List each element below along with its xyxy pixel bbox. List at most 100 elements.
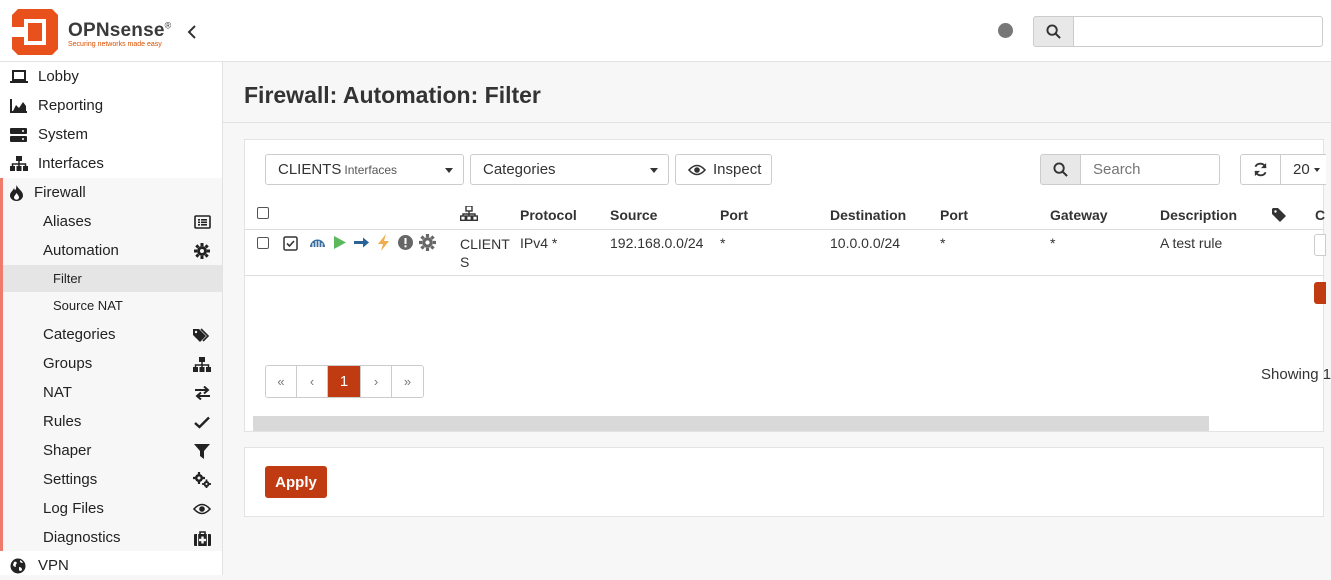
page-title: Firewall: Automation: Filter (244, 82, 541, 108)
network-icon (309, 234, 326, 251)
column-header-source-port[interactable]: Port (720, 207, 748, 223)
sidebar-item-label: System (38, 126, 89, 143)
sidebar-item-automation[interactable]: Automation (3, 236, 222, 265)
cell-source: 192.168.0.0/24 (610, 235, 704, 251)
interface-select[interactable]: CLIENTS Interfaces (265, 154, 464, 185)
divider (223, 122, 1331, 123)
caret-down-icon (650, 168, 658, 173)
rules-grid-panel: CLIENTSInterfaces Categories Inspect 20 … (244, 139, 1331, 432)
gear-icon (192, 242, 212, 260)
cell-destination-port: * (940, 235, 946, 251)
sidebar-item-label: Interfaces (38, 155, 104, 172)
column-header-destination[interactable]: Destination (830, 207, 906, 223)
table-row[interactable]: CLIENTS IPv4 * 192.168.0.0/24 * 10.0.0.0… (245, 230, 1326, 276)
sitemap-icon (10, 156, 30, 172)
horizontal-scrollbar[interactable] (253, 416, 1209, 431)
gear-icon (419, 234, 436, 251)
exclamation-circle-icon (397, 234, 414, 251)
header-search-button[interactable] (1033, 16, 1074, 47)
sidebar-item-settings[interactable]: Settings (3, 465, 222, 494)
tag-icon (1272, 208, 1286, 222)
inspect-button[interactable]: Inspect (675, 154, 772, 185)
list-alt-icon (192, 213, 212, 231)
sidebar-item-lobby[interactable]: Lobby (0, 62, 222, 91)
filter-icon (192, 442, 212, 460)
sidebar-item-rules[interactable]: Rules (3, 407, 222, 436)
sidebar-item-label: Shaper (43, 442, 92, 459)
sidebar-item-aliases[interactable]: Aliases (3, 207, 222, 236)
medkit-icon (192, 529, 212, 547)
firewall-submenu: Aliases Automation Filter Source NAT Cat… (0, 207, 222, 551)
row-edit-button[interactable] (1314, 234, 1326, 256)
header-search-input[interactable] (1073, 16, 1323, 47)
fire-icon (10, 184, 26, 201)
arrow-right-icon (353, 234, 370, 251)
pagination: « ‹ 1 › » (265, 365, 424, 398)
column-header-commands[interactable]: C (1315, 207, 1325, 223)
sidebar-item-interfaces[interactable]: Interfaces (0, 149, 222, 178)
prev-page-button[interactable]: ‹ (297, 366, 328, 397)
sidebar-item-label: Log Files (43, 500, 104, 517)
enabled-checkbox-icon[interactable] (283, 236, 298, 251)
caret-down-icon (445, 168, 453, 173)
apply-button[interactable]: Apply (265, 466, 327, 498)
sidebar-item-label: Reporting (38, 97, 104, 114)
refresh-icon (1253, 162, 1268, 177)
column-header-destination-port[interactable]: Port (940, 207, 968, 223)
grid-search-button[interactable] (1040, 154, 1081, 185)
sidebar-item-system[interactable]: System (0, 120, 222, 149)
next-page-button[interactable]: › (361, 366, 392, 397)
showing-info: Showing 1 (1261, 366, 1331, 383)
opnsense-logo-icon[interactable] (10, 7, 60, 57)
cell-destination: 10.0.0.0/24 (830, 235, 901, 251)
collapse-sidebar-icon[interactable] (184, 24, 200, 40)
laptop-icon (10, 69, 30, 85)
cell-gateway: * (1050, 235, 1056, 251)
sidebar: Lobby Reporting System Interfaces Firewa… (0, 62, 223, 575)
sidebar-item-label: NAT (43, 384, 72, 401)
sidebar-item-categories[interactable]: Categories (3, 320, 222, 349)
row-select-checkbox[interactable] (257, 237, 269, 249)
exchange-icon (192, 384, 212, 402)
sidebar-item-label: Automation (43, 242, 119, 259)
interface-column-icon (460, 206, 478, 221)
rows-per-page-select[interactable]: 20 (1280, 154, 1326, 185)
sidebar-item-log-files[interactable]: Log Files (3, 494, 222, 523)
sidebar-item-label: Groups (43, 355, 93, 372)
sidebar-item-nat[interactable]: NAT (3, 378, 222, 407)
column-header-description[interactable]: Description (1160, 207, 1237, 223)
grid-search-input[interactable] (1080, 154, 1220, 185)
sidebar-item-groups[interactable]: Groups (3, 349, 222, 378)
play-icon (331, 234, 348, 251)
column-header-protocol[interactable]: Protocol (520, 207, 577, 223)
column-header-source[interactable]: Source (610, 207, 657, 223)
sidebar-item-label: Diagnostics (43, 529, 121, 546)
categories-select-value: Categories (483, 161, 556, 178)
categories-select[interactable]: Categories (470, 154, 669, 185)
tags-icon (192, 326, 212, 344)
last-page-button[interactable]: » (392, 366, 423, 397)
brand-name: OPNsense® (68, 20, 172, 41)
table-header: Protocol Source Port Destination Port Ga… (245, 202, 1325, 230)
gears-icon (192, 471, 212, 489)
page-1-button[interactable]: 1 (328, 366, 361, 397)
sidebar-item-source-nat[interactable]: Source NAT (3, 292, 222, 319)
globe-icon (10, 558, 30, 574)
sidebar-item-vpn[interactable]: VPN (0, 551, 222, 580)
status-indicator-icon[interactable] (998, 23, 1013, 38)
first-page-button[interactable]: « (266, 366, 297, 397)
refresh-button[interactable] (1240, 154, 1281, 185)
sidebar-item-label: Source NAT (53, 298, 123, 313)
sidebar-item-filter[interactable]: Filter (3, 265, 222, 292)
sidebar-item-label: VPN (38, 557, 69, 574)
select-all-checkbox[interactable] (257, 207, 269, 219)
cell-description: A test rule (1160, 235, 1223, 251)
sidebar-item-label: Filter (53, 271, 82, 286)
sidebar-item-firewall[interactable]: Firewall (0, 178, 222, 207)
sidebar-item-label: Rules (43, 413, 82, 430)
column-header-gateway[interactable]: Gateway (1050, 207, 1108, 223)
sidebar-item-shaper[interactable]: Shaper (3, 436, 222, 465)
add-rule-button[interactable] (1314, 282, 1326, 304)
sidebar-item-diagnostics[interactable]: Diagnostics (3, 523, 222, 552)
sidebar-item-reporting[interactable]: Reporting (0, 91, 222, 120)
